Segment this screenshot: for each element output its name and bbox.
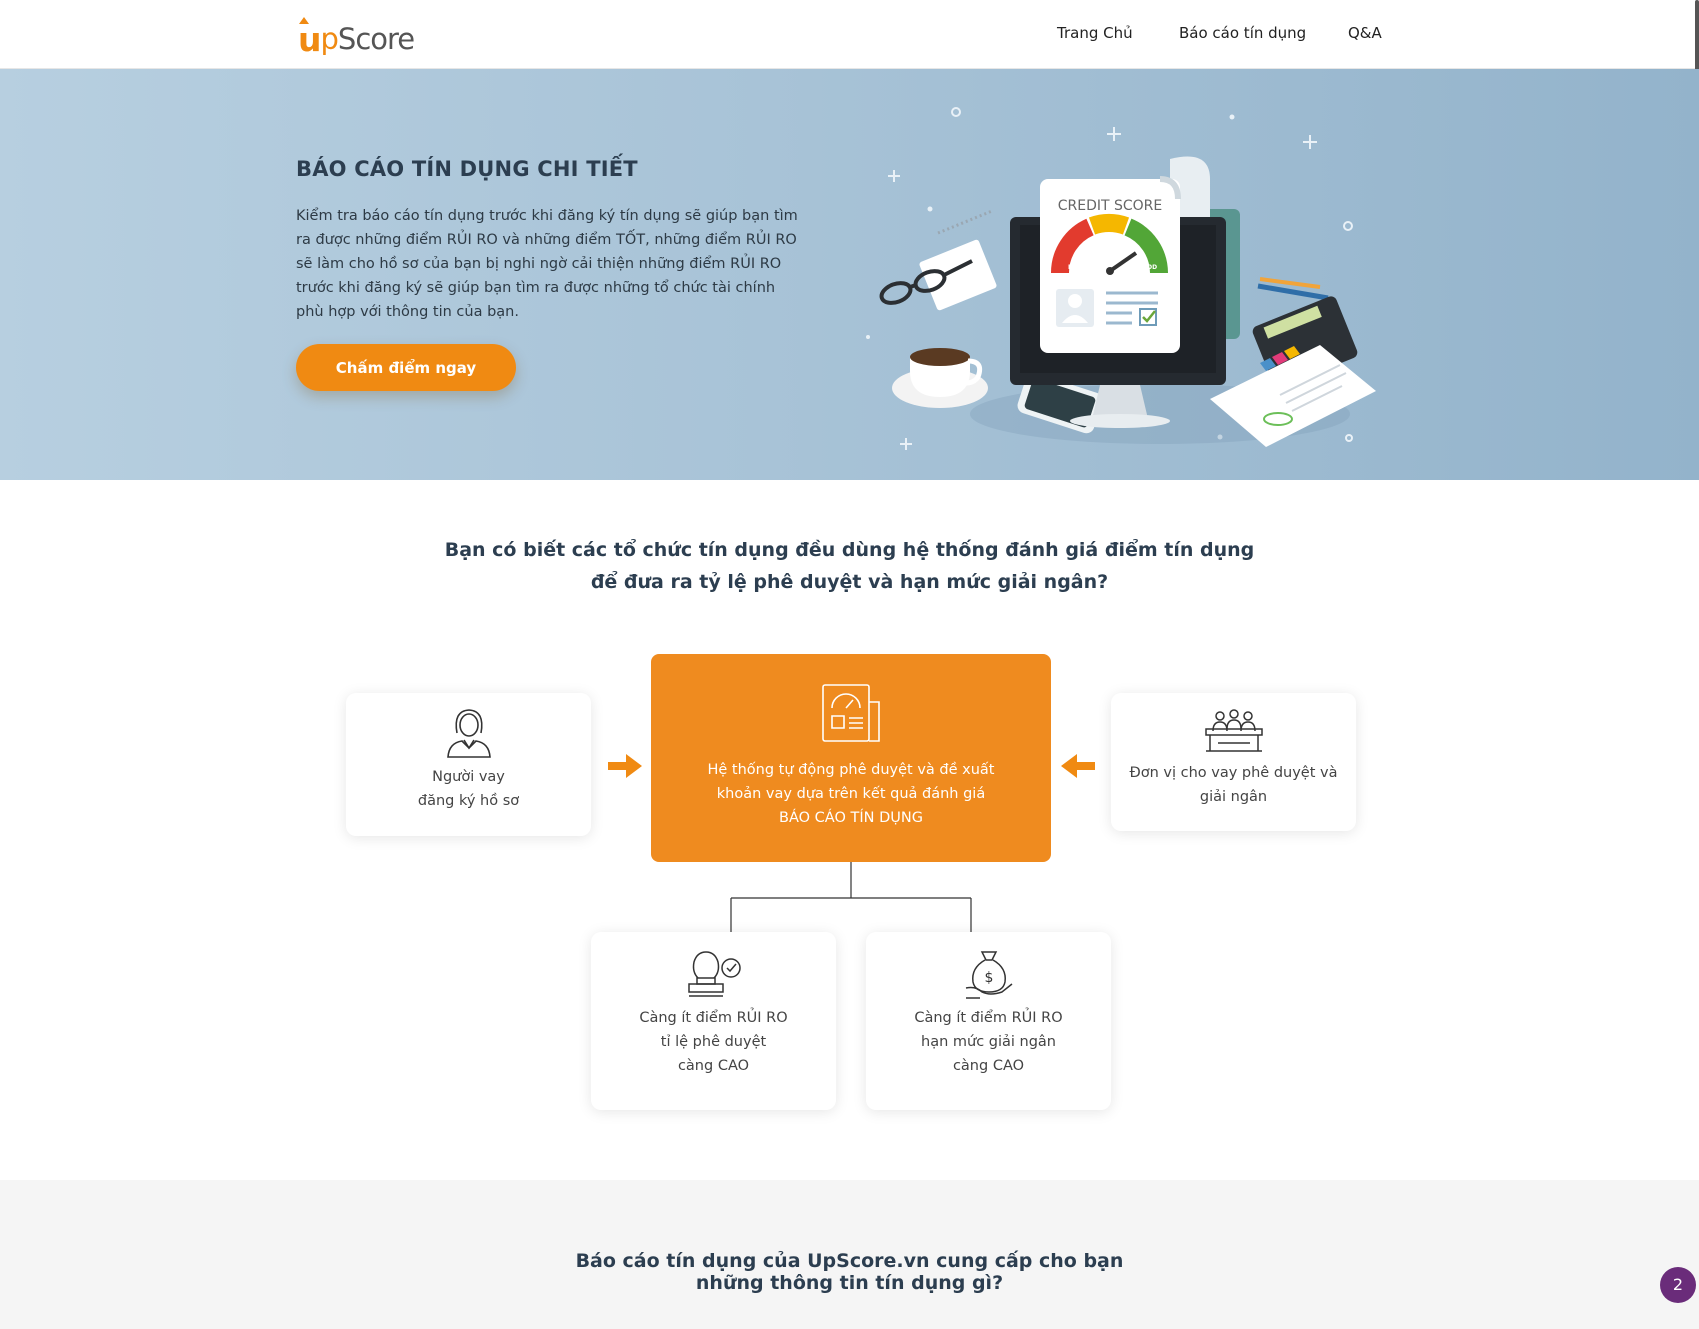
credit-info-line-2: những thông tin tín dụng gì? — [695, 1272, 1004, 1294]
limit-text-3: càng CAO — [952, 1058, 1025, 1074]
borrower-card: Người vay đăng ký hồ sơ — [346, 693, 591, 836]
system-text-3: BÁO CÁO TÍN DỤNG — [779, 810, 923, 826]
stamp-approved-icon — [687, 951, 741, 997]
limit-text-2: hạn mức giải ngân — [921, 1034, 1056, 1050]
lender-label-2: giải ngân — [1199, 789, 1268, 805]
borrower-label-1: Người vay — [432, 769, 505, 785]
system-text-2: khoản vay dựa trên kết quả đánh giá — [716, 786, 986, 802]
credit-info-line-1: Báo cáo tín dụng của UpScore.vn cung cấp… — [575, 1250, 1124, 1272]
arrow-left-icon — [1061, 754, 1095, 778]
credit-report-gauge-icon — [822, 684, 880, 742]
system-text-1: Hệ thống tự động phê duyệt và đề xuất — [707, 762, 995, 778]
limit-text-1: Càng ít điểm RỦI RO — [914, 1010, 1063, 1026]
approval-text-3: càng CAO — [677, 1058, 750, 1074]
approval-text-1: Càng ít điểm RỦI RO — [639, 1010, 788, 1026]
chat-notification-badge[interactable]: 2 — [1660, 1267, 1696, 1303]
loan-limit-card: $ Càng ít điểm RỦI RO hạn mức giải ngân … — [866, 932, 1111, 1110]
lender-label-1: Đơn vị cho vay phê duyệt và — [1129, 765, 1338, 781]
auto-approval-system-box: Hệ thống tự động phê duyệt và đề xuất kh… — [651, 654, 1051, 862]
approval-rate-card: Càng ít điểm RỦI RO tỉ lệ phê duyệt càng… — [591, 932, 836, 1110]
credit-info-section: Báo cáo tín dụng của UpScore.vn cung cấp… — [0, 1180, 1699, 1329]
borrower-label-2: đăng ký hồ sơ — [417, 793, 520, 809]
arrow-right-icon — [608, 754, 642, 778]
credit-info-title: Báo cáo tín dụng của UpScore.vn cung cấp… — [0, 1250, 1699, 1294]
meeting-group-icon — [1204, 709, 1263, 752]
svg-text:$: $ — [984, 970, 993, 986]
lender-card: Đơn vị cho vay phê duyệt và giải ngân — [1111, 693, 1356, 831]
woman-user-icon — [446, 709, 491, 758]
approval-text-2: tỉ lệ phê duyệt — [660, 1034, 767, 1050]
money-bag-hand-icon: $ — [965, 951, 1012, 999]
